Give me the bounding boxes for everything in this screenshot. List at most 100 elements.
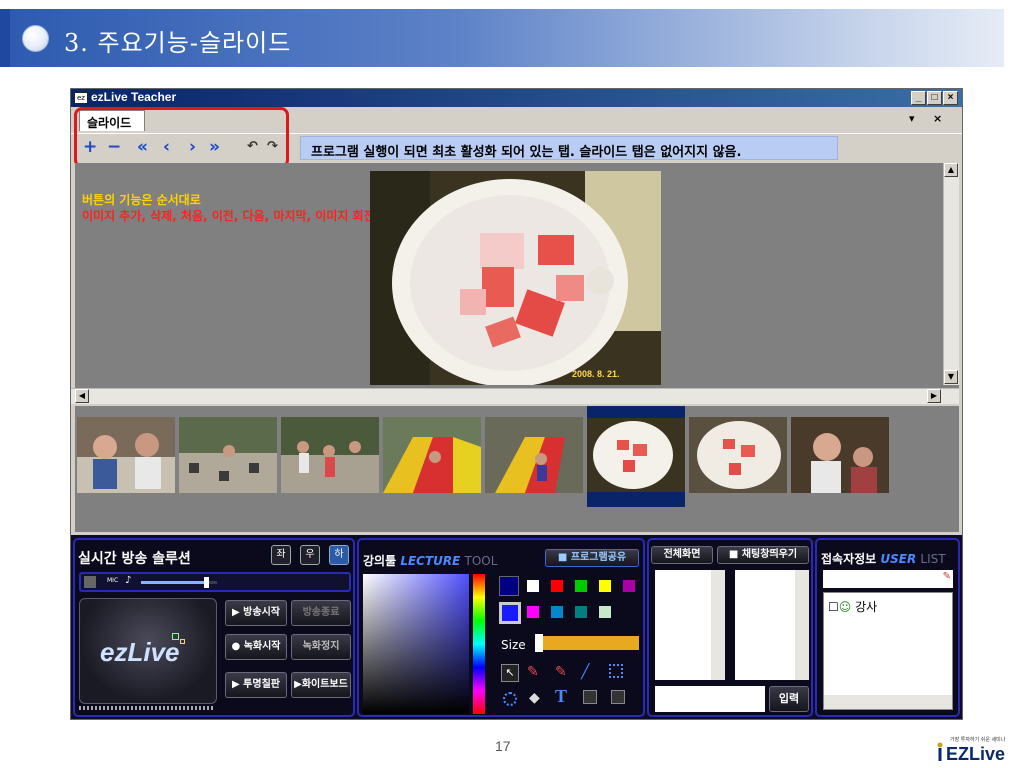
thumbnail-7[interactable]: [689, 417, 787, 493]
user-list-panel: 접속자정보 USER LIST ✎ ☐☺ 강사: [815, 538, 960, 717]
user-list-item[interactable]: ☐☺ 강사: [828, 598, 877, 615]
highlighter-tool-icon[interactable]: ✎: [555, 664, 567, 680]
stop-broadcast-button[interactable]: 방송종료: [291, 600, 351, 626]
slide-header: 3. 주요기능-슬라이드: [0, 9, 1004, 67]
slide-title: 3. 주요기능-슬라이드: [64, 29, 292, 57]
scroll-down-icon[interactable]: ▼: [944, 370, 958, 384]
whiteboard-button[interactable]: ▶화이트보드: [291, 672, 351, 698]
current-color-swatch[interactable]: [499, 602, 521, 624]
lecture-title-kr: 강의툴: [363, 554, 397, 568]
chat-right-scrollbar[interactable]: [795, 570, 809, 680]
mic-bar: MIC ♪: [79, 572, 351, 592]
share-program-button[interactable]: ■ 프로그램공유: [545, 549, 639, 567]
user-name: 강사: [855, 600, 878, 614]
mic-volume-knob[interactable]: [203, 577, 209, 588]
color-swatch[interactable]: [551, 606, 563, 618]
line-tool-icon[interactable]: ╱: [581, 664, 589, 680]
camera-icon: [84, 576, 96, 588]
viewer-horizontal-scrollbar[interactable]: ◀ ▶: [71, 388, 959, 404]
search-pen-icon[interactable]: ✎: [943, 571, 951, 582]
image-tool-icon[interactable]: [583, 690, 597, 704]
pen-size-slider[interactable]: [535, 634, 639, 652]
start-record-button[interactable]: ● 녹화시작: [225, 634, 287, 660]
color-swatch[interactable]: [575, 580, 587, 592]
mic-volume-slider[interactable]: [141, 577, 217, 588]
send-button[interactable]: 입력: [769, 686, 809, 712]
size-label: Size: [501, 638, 526, 652]
app-icon: ez: [74, 92, 88, 104]
caption-line-1: 버튼의 기능은 순서대로: [82, 193, 201, 207]
position-bottom-button[interactable]: 하: [329, 545, 349, 565]
color-picker-area[interactable]: [363, 574, 469, 714]
thumbnail-2[interactable]: [179, 417, 277, 493]
scroll-left-icon[interactable]: ◀: [75, 389, 89, 403]
maximize-button[interactable]: □: [927, 91, 942, 105]
full-screen-button[interactable]: 전체화면: [651, 546, 713, 564]
scroll-right-icon[interactable]: ▶: [927, 389, 941, 403]
minimize-button[interactable]: _: [911, 91, 926, 105]
lecture-title: 강의툴 LECTURE TOOL: [363, 552, 497, 569]
main-slide-image: 2008. 8. 21.: [370, 171, 661, 385]
stop-record-button[interactable]: 녹화정지: [291, 634, 351, 660]
user-checkbox-icon[interactable]: ☐: [828, 600, 839, 614]
color-swatch[interactable]: [527, 580, 539, 592]
thumbnail-1[interactable]: [77, 417, 175, 493]
viewer-vertical-scrollbar[interactable]: ▲ ▼: [943, 163, 959, 385]
pointer-tool-icon[interactable]: ↖: [501, 664, 519, 682]
color-swatch-dark-blue[interactable]: [499, 576, 519, 596]
chat-popup-label: 채팅창띄우기: [741, 549, 798, 560]
color-swatch[interactable]: [575, 606, 587, 618]
text-tool-icon[interactable]: T: [555, 686, 567, 707]
brand-tagline: 가장 투자하기 쉬운 세미나: [950, 737, 1006, 743]
color-swatch[interactable]: [551, 580, 563, 592]
user-avatar-icon: ☺: [838, 600, 852, 614]
color-swatch[interactable]: [599, 606, 611, 618]
tab-dropdown-icon[interactable]: ▾: [909, 112, 915, 125]
user-search-input[interactable]: ✎: [823, 570, 953, 588]
pen-tool-icon[interactable]: ✎: [527, 664, 539, 680]
pen-size-knob[interactable]: [535, 634, 543, 652]
eraser-tool-icon[interactable]: ◆: [529, 690, 540, 706]
brand-logo: 가장 투자하기 쉬운 세미나 EZLive: [934, 734, 1018, 766]
scroll-up-icon[interactable]: ▲: [944, 163, 958, 177]
start-broadcast-button[interactable]: ▶ 방송시작: [225, 600, 287, 626]
thumbnail-6-selected[interactable]: [587, 406, 685, 507]
share-icon: ■: [557, 552, 571, 563]
chat-popup-button[interactable]: ■ 채팅창띄우기: [717, 546, 809, 564]
color-swatch[interactable]: [599, 580, 611, 592]
capture-tool-icon[interactable]: [611, 690, 625, 704]
user-list-hscrollbar[interactable]: [824, 695, 952, 709]
close-button[interactable]: ×: [943, 91, 958, 105]
hue-slider[interactable]: [473, 574, 485, 714]
position-left-button[interactable]: 좌: [271, 545, 291, 565]
logo-square-small-icon: [180, 639, 185, 644]
color-swatch[interactable]: [527, 606, 539, 618]
user-list-title-en-2: LIST: [920, 552, 946, 566]
position-right-button[interactable]: 우: [300, 545, 320, 565]
ellipse-tool-icon[interactable]: [503, 692, 517, 706]
user-list-title: 접속자정보 USER LIST: [821, 550, 946, 567]
thumbnail-strip: [75, 406, 959, 532]
tab-close-icon[interactable]: ×: [933, 112, 942, 125]
photo-date-stamp: 2008. 8. 21.: [572, 369, 620, 379]
transparent-board-button[interactable]: ▶ 투명칠판: [225, 672, 287, 698]
color-swatch[interactable]: [623, 580, 635, 592]
user-list: ☐☺ 강사: [823, 592, 953, 710]
person-icon: [937, 742, 943, 761]
thumbnail-4[interactable]: [383, 417, 481, 493]
page-number: 17: [495, 738, 511, 754]
popup-icon: ■: [728, 549, 742, 560]
broadcast-title: 실시간 방송 솔루션: [78, 551, 191, 567]
thumbnail-3[interactable]: [281, 417, 379, 493]
chat-panel: 전체화면 ■ 채팅창띄우기 입력: [647, 538, 813, 717]
user-list-title-kr: 접속자정보: [821, 552, 877, 566]
rectangle-tool-icon[interactable]: [609, 664, 623, 678]
lecture-title-en-2: TOOL: [464, 554, 498, 568]
broadcast-panel: 실시간 방송 솔루션 좌 우 하 MIC ♪ ezLive ▶ 방송시작 방송종…: [73, 538, 355, 717]
slide-viewer: 버튼의 기능은 순서대로 이미지 추가, 삭제, 처음, 이전, 다음, 마지막…: [75, 163, 959, 388]
chat-input[interactable]: [655, 686, 765, 712]
window-title: ezLive Teacher: [91, 90, 177, 104]
thumbnail-5[interactable]: [485, 417, 583, 493]
chat-left-scrollbar[interactable]: [711, 570, 725, 680]
thumbnail-8[interactable]: [791, 417, 889, 493]
